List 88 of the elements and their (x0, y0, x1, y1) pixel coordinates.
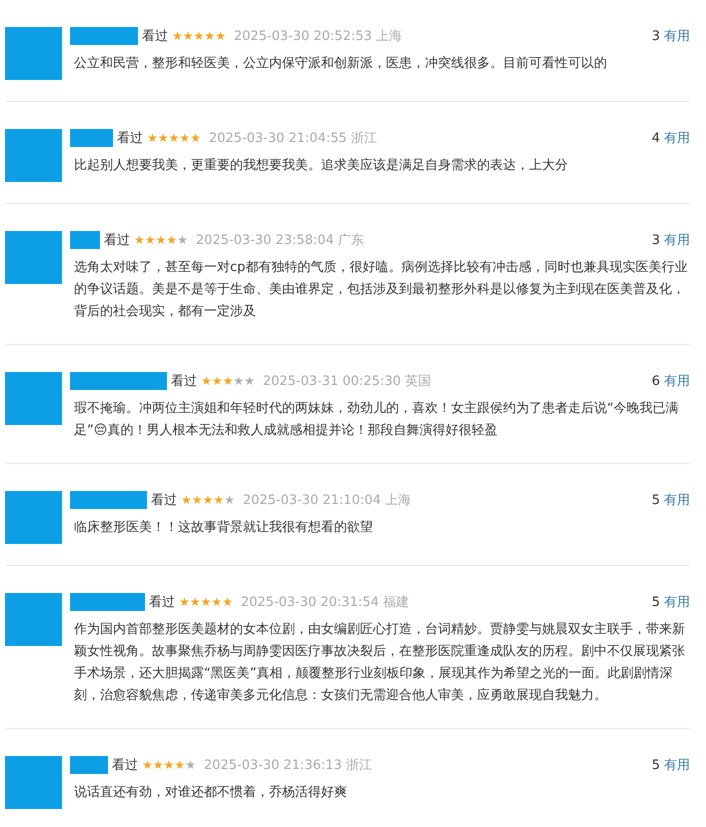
comment-time: 2025-03-30 21:36:13 (204, 758, 342, 772)
comment-text: 选角太对味了，甚至每一对cp都有独特的气质，很好嗑。病例选择比较有冲击感，同时也兼具现实医美行业的争议话题。美是不是等于生命、美由谁界定，包括涉及到最初整形外科是以修复为主到现在医美普及化，背后的社会现实，都有一定涉及 (74, 259, 688, 321)
watch-status: 看过 (112, 757, 138, 774)
star-icon: ★ (224, 494, 235, 506)
useful-link[interactable]: 有用 (664, 233, 690, 248)
avatar-redaction (5, 491, 62, 544)
star-icon: ★ (185, 759, 196, 771)
comment-time: 2025-03-31 00:25:30 (262, 374, 401, 388)
comment-location: 福建 (382, 594, 409, 611)
comment-time: 2025-03-30 21:10:04 (242, 492, 381, 508)
useful-link[interactable]: 有用 (664, 595, 690, 610)
star-icon: ★ (158, 132, 169, 144)
vote-count: 3 (652, 29, 660, 44)
star-icon: ★ (244, 375, 255, 387)
star-icon: ★ (179, 596, 190, 608)
star-icon: ★ (172, 30, 183, 42)
comment-location: 英国 (404, 373, 431, 390)
star-icon: ★ (134, 234, 145, 246)
comment-location: 浙江 (346, 757, 372, 774)
star-icon: ★ (147, 132, 158, 144)
watch-status: 看过 (117, 130, 143, 147)
name-redaction (70, 27, 138, 45)
star-icon: ★ (194, 30, 204, 42)
star-icon: ★ (215, 30, 226, 42)
name-redaction (70, 231, 100, 249)
star-icon: ★ (190, 132, 201, 144)
star-icon: ★ (164, 759, 174, 771)
star-icon: ★ (166, 234, 178, 246)
star-icon: ★ (201, 375, 212, 387)
watch-status: 看过 (149, 594, 175, 611)
watch-status: 看过 (151, 492, 177, 509)
avatar-redaction (5, 129, 62, 182)
useful-link[interactable]: 有用 (664, 131, 690, 146)
star-icon: ★ (233, 375, 244, 387)
vote-count: 5 (652, 758, 660, 773)
star-icon: ★ (222, 375, 234, 387)
comment-time: 2025-03-30 20:31:54 (240, 594, 379, 610)
useful-link[interactable]: 有用 (664, 493, 690, 508)
star-icon: ★ (192, 494, 203, 506)
avatar-redaction (5, 372, 62, 425)
star-icon: ★ (177, 234, 188, 246)
name-redaction (70, 756, 108, 774)
name-redaction (70, 129, 113, 147)
comment-time: 2025-03-30 20:52:53 (234, 28, 372, 44)
star-icon: ★ (144, 234, 156, 246)
avatar-redaction (5, 231, 62, 284)
watch-status: 看过 (104, 232, 130, 249)
star-icon: ★ (222, 596, 233, 608)
star-icon: ★ (190, 596, 201, 608)
watch-status: 看过 (171, 373, 197, 390)
vote-count: 3 (652, 233, 660, 248)
star-icon: ★ (202, 494, 214, 506)
comment-location: 上海 (376, 28, 402, 45)
star-icon: ★ (152, 759, 164, 771)
star-icon: ★ (156, 234, 166, 246)
comment-location: 浙江 (350, 130, 377, 147)
vote-count: 5 (652, 493, 660, 508)
star-icon: ★ (174, 759, 186, 771)
useful-link[interactable]: 有用 (664, 374, 690, 389)
comment-time: 2025-03-30 23:58:04 (196, 232, 334, 248)
useful-link[interactable]: 有用 (664, 29, 690, 44)
star-icon: ★ (211, 596, 222, 608)
avatar-redaction (5, 593, 62, 646)
watch-status: 看过 (142, 28, 168, 45)
vote-count: 4 (652, 131, 660, 146)
avatar-redaction (5, 756, 62, 809)
star-icon: ★ (182, 30, 194, 42)
comment-time: 2025-03-30 21:04:55 (208, 130, 347, 146)
star-icon: ★ (142, 759, 153, 771)
vote-count: 6 (652, 374, 660, 389)
star-icon: ★ (213, 494, 224, 506)
comment-text: 比起别人想要我美，更重要的我想要我美。追求美应该是满足自身需求的表达，上大分 (74, 157, 569, 175)
comment-location: 上海 (384, 492, 411, 509)
comment-text: 公立和民营，整形和轻医美，公立内保守派和创新派，医患，冲突线很多。目前可看性可以的 (74, 55, 608, 73)
star-icon: ★ (179, 132, 190, 144)
avatar-redaction (5, 27, 62, 80)
comment-text: 说话直还有劲，对谁还都不惯着，乔杨活得好爽 (74, 784, 348, 802)
comment-text: 临床整形医美！！这故事背景就让我很有想看的欲望 (74, 519, 374, 537)
comment-location: 广东 (338, 232, 364, 249)
star-icon: ★ (181, 494, 192, 506)
comment-text: 作为国内首部整形医美题材的女本位剧，由女编剧匠心打造，台词精妙。贾静雯与姚晨双女主联手，带来新颖女性视角。故事聚焦乔杨与周静雯因医疗事故决裂后，在整形医院重逢成队友的历程。剧中不仅展现紧张手术场景，还大胆揭露“黑医美”真相，颠覆整形行业刻板印象，展现其作为希望之光的一面。此剧剧情深刻，治愈容貌焦虑，传递审美多元化信息：女孩们无需迎合他人审美，应勇敢展现自我魅力。 (74, 621, 686, 705)
star-icon: ★ (168, 132, 180, 144)
star-icon: ★ (212, 375, 223, 387)
star-icon: ★ (204, 30, 216, 42)
useful-link[interactable]: 有用 (664, 758, 690, 773)
star-icon: ★ (200, 596, 212, 608)
comment-text: 瑕不掩瑜。冲两位主演姐和年轻时代的两妹妹，劲劲儿的，喜欢！女主跟侯约为了患者走后说“今晚我已满足”😔真的！男人根本无法和救人成就感相提并论！那段自舞演得好很轻盈 (74, 400, 680, 440)
vote-count: 5 (652, 595, 660, 610)
